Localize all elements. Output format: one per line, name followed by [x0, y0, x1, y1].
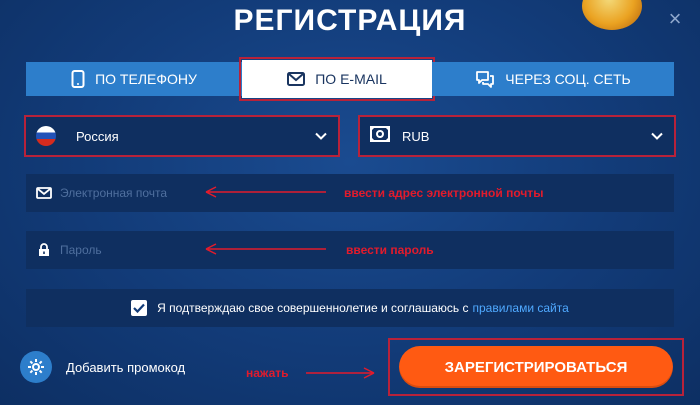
agreement-text: Я подтверждаю свое совершеннолетие и сог…: [157, 301, 469, 315]
tab-email[interactable]: ПО E-MAIL: [239, 57, 435, 101]
annotation-password: ввести пароль: [346, 243, 434, 257]
currency-select[interactable]: RUB: [358, 115, 676, 157]
chevron-down-icon: [314, 129, 328, 148]
annotation-arrow-register: [306, 367, 375, 379]
site-rules-link[interactable]: правилами сайта: [473, 301, 569, 315]
annotation-press: нажать: [246, 366, 289, 380]
phone-icon: [71, 70, 85, 88]
tab-phone[interactable]: ПО ТЕЛЕФОНУ: [26, 62, 242, 96]
annotation-arrow-email: [205, 186, 326, 198]
tab-social[interactable]: ЧЕРЕЗ СОЦ. СЕТЬ: [432, 62, 674, 96]
annotation-email: ввести адрес электронной почты: [344, 186, 544, 200]
tab-phone-label: ПО ТЕЛЕФОНУ: [95, 71, 197, 87]
banknote-icon: [370, 125, 390, 147]
russia-flag-icon: [36, 126, 56, 146]
agreement-row: Я подтверждаю свое совершеннолетие и сог…: [26, 289, 674, 327]
tab-social-label: ЧЕРЕЗ СОЦ. СЕТЬ: [505, 71, 631, 87]
lock-icon: [36, 243, 52, 257]
register-button[interactable]: ЗАРЕГИСТРИРОВАТЬСЯ: [399, 346, 673, 388]
registration-tabs: ПО ТЕЛЕФОНУ ПО E-MAIL ЧЕРЕЗ СОЦ. СЕТЬ: [26, 57, 674, 101]
page-title: РЕГИСТРАЦИЯ: [233, 4, 467, 37]
agreement-checkbox[interactable]: [131, 300, 148, 316]
check-icon: [133, 303, 145, 313]
currency-value: RUB: [402, 128, 430, 144]
country-value: Россия: [76, 128, 119, 144]
mail-icon: [36, 187, 52, 199]
add-promo-button[interactable]: Добавить промокод: [20, 351, 185, 383]
chat-icon: [475, 70, 495, 88]
gear-icon: [20, 351, 52, 383]
chevron-down-icon: [650, 129, 664, 148]
mail-icon: [287, 72, 306, 86]
annotation-arrow-password: [205, 243, 326, 255]
country-select[interactable]: Россия: [24, 115, 340, 157]
tab-email-label: ПО E-MAIL: [315, 71, 387, 87]
add-promo-label: Добавить промокод: [66, 359, 186, 375]
